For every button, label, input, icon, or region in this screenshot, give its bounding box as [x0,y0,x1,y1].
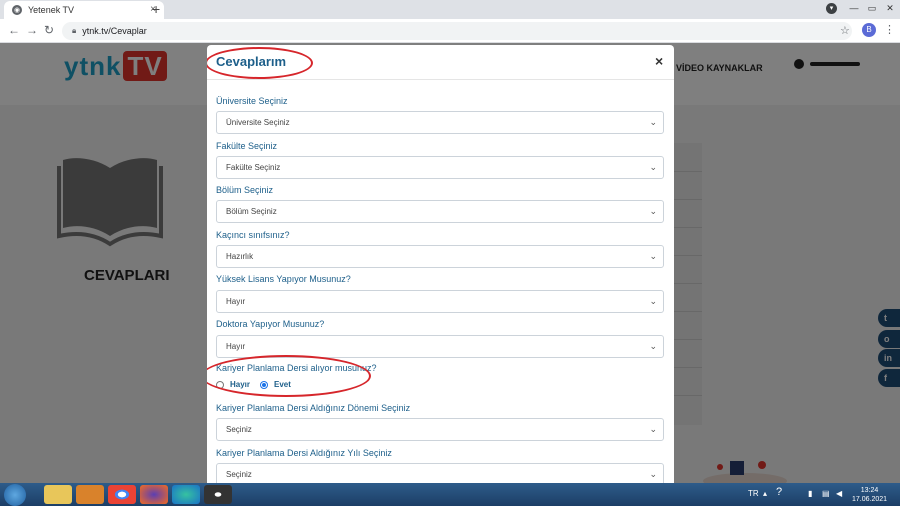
masters-label: Yüksek Lisans Yapıyor Musunuz? [216,274,351,284]
grade-select[interactable]: Hazırlık ⌄ [216,245,664,268]
forward-arrow-icon[interactable]: → [26,23,38,37]
tray-chevron-icon[interactable]: ▴ [763,489,767,498]
browser-tab[interactable]: ◉ Yetenek TV × [4,1,164,19]
career-year-select[interactable]: Seçiniz ⌄ [216,463,664,483]
network-icon[interactable]: ▤ [822,489,830,498]
browser-tabstrip: ◉ Yetenek TV × + ▾ — ▭ ✕ [0,0,900,19]
title-highlight-circle [207,47,313,79]
chevron-down-icon: ⌄ [649,162,657,172]
radio-highlight-circle [207,355,371,397]
tab-search-icon[interactable]: ▾ [826,3,837,14]
globe-icon: ◉ [12,5,22,15]
faculty-label: Fakülte Seçiniz [216,141,278,151]
address-bar[interactable]: 🔒︎ ytnk.tv/Cevaplar [62,22,852,40]
doctorate-label: Doktora Yapıyor Musunuz? [216,319,325,329]
reload-icon[interactable]: ↻ [44,23,54,37]
language-indicator[interactable]: TR [748,489,759,498]
career-year-label: Kariyer Planlama Dersi Aldığınız Yılı Se… [216,448,392,458]
career-term-label: Kariyer Planlama Dersi Aldığınız Dönemi … [216,403,411,413]
minimize-button[interactable]: — [846,2,862,14]
start-button[interactable] [4,484,26,506]
chrome-icon[interactable] [108,485,136,504]
university-select[interactable]: Üniversite Seçiniz ⌄ [216,111,664,134]
chevron-down-icon: ⌄ [649,117,657,127]
browser-toolbar: ← → ↻ 🔒︎ ytnk.tv/Cevaplar ☆ B ⋮ [0,19,900,43]
bookmark-star-icon[interactable]: ☆ [840,24,850,37]
lock-icon: 🔒︎ [72,26,77,35]
grade-label: Kaçıncı sınıfsınız? [216,230,290,240]
chevron-down-icon: ⌄ [649,296,657,306]
chevron-down-icon: ⌄ [649,341,657,351]
chevron-down-icon: ⌄ [649,424,657,434]
system-clock[interactable]: 13:24 17.06.2021 [852,486,887,504]
file-explorer-icon[interactable] [44,485,72,504]
new-tab-button[interactable]: + [152,1,160,17]
windows-taskbar: TR ▴ ? ▮ ▤ ◀ 13:24 17.06.2021 [0,483,900,506]
back-arrow-icon[interactable]: ← [8,23,20,37]
maximize-button[interactable]: ▭ [864,2,880,14]
answers-modal: Cevaplarım × Üniversite Seçiniz Üniversi… [207,45,674,483]
obs-icon[interactable] [204,485,232,504]
department-label: Bölüm Seçiniz [216,185,274,195]
volume-icon[interactable]: ◀ [836,489,842,498]
university-label: Üniversite Seçiniz [216,96,288,106]
firefox-icon[interactable] [140,485,168,504]
modal-close-icon[interactable]: × [655,53,663,69]
masters-select[interactable]: Hayır ⌄ [216,290,664,313]
menu-kebab-icon[interactable]: ⋮ [884,23,895,36]
profile-avatar[interactable]: B [862,23,876,37]
faculty-select[interactable]: Fakülte Seçiniz ⌄ [216,156,664,179]
help-icon[interactable]: ? [776,486,782,498]
chevron-down-icon: ⌄ [649,251,657,261]
edge-icon[interactable] [172,485,200,504]
chevron-down-icon: ⌄ [649,469,657,479]
url-text: ytnk.tv/Cevaplar [82,26,147,36]
chevron-down-icon: ⌄ [649,206,657,216]
career-term-select[interactable]: Seçiniz ⌄ [216,418,664,441]
tab-title: Yetenek TV [28,5,75,15]
battery-icon[interactable]: ▮ [808,489,812,498]
department-select[interactable]: Bölüm Seçiniz ⌄ [216,200,664,223]
window-close-button[interactable]: ✕ [882,2,898,14]
media-player-icon[interactable] [76,485,104,504]
